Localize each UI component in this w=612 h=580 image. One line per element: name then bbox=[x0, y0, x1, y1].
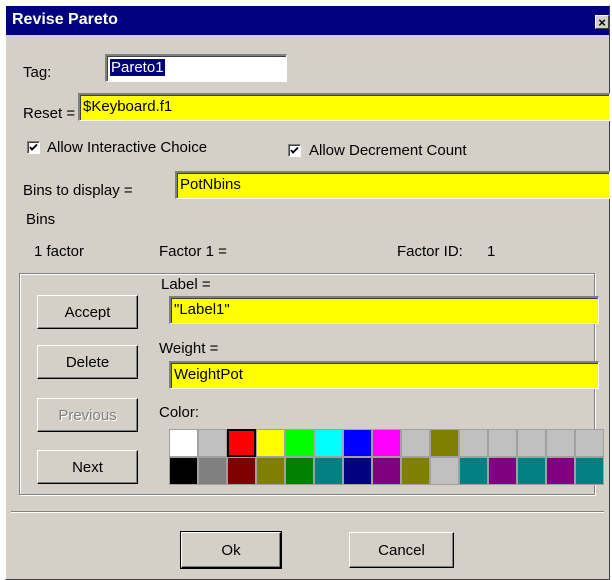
bins-to-display-value: PotNbins bbox=[180, 176, 241, 193]
tag-input[interactable]: Pareto1 bbox=[105, 54, 287, 82]
color-swatch[interactable] bbox=[372, 429, 401, 457]
color-swatch[interactable] bbox=[343, 429, 372, 457]
color-swatch[interactable] bbox=[285, 429, 314, 457]
color-swatch[interactable] bbox=[430, 429, 459, 457]
close-button[interactable]: × bbox=[595, 15, 609, 29]
color-label: Color: bbox=[159, 404, 200, 421]
color-swatch[interactable] bbox=[372, 457, 401, 485]
tag-label: Tag: bbox=[23, 64, 52, 81]
bins-group-label: Bins bbox=[23, 211, 59, 228]
color-swatch[interactable] bbox=[256, 429, 285, 457]
reset-label: Reset = bbox=[23, 105, 76, 122]
bins-to-display-input[interactable]: PotNbins bbox=[175, 171, 610, 199]
footer-divider bbox=[11, 511, 604, 513]
window-title: Revise Pareto bbox=[12, 11, 118, 28]
color-swatch[interactable] bbox=[546, 429, 575, 457]
cancel-button[interactable]: Cancel bbox=[349, 532, 454, 568]
color-swatch[interactable] bbox=[575, 429, 604, 457]
color-swatch[interactable] bbox=[401, 429, 430, 457]
factor-label: Factor 1 = bbox=[159, 243, 227, 260]
weight-input[interactable]: WeightPot bbox=[169, 361, 599, 389]
color-swatch[interactable] bbox=[343, 457, 372, 485]
weight-value: WeightPot bbox=[174, 366, 243, 383]
delete-button[interactable]: Delete bbox=[37, 345, 138, 379]
color-swatch[interactable] bbox=[314, 429, 343, 457]
color-swatch[interactable] bbox=[488, 429, 517, 457]
accept-button[interactable]: Accept bbox=[37, 295, 138, 329]
color-swatch[interactable] bbox=[285, 457, 314, 485]
factor-id-label: Factor ID: bbox=[397, 243, 463, 260]
color-palette bbox=[169, 429, 604, 486]
color-swatch[interactable] bbox=[227, 457, 256, 485]
allow-decrement-label: Allow Decrement Count bbox=[309, 142, 467, 159]
allow-interactive-checkbox[interactable] bbox=[27, 141, 40, 154]
bins-to-display-label: Bins to display = bbox=[23, 182, 133, 199]
color-swatch[interactable] bbox=[314, 457, 343, 485]
color-swatch[interactable] bbox=[517, 429, 546, 457]
allow-interactive-label: Allow Interactive Choice bbox=[47, 139, 208, 156]
color-swatch[interactable] bbox=[198, 429, 227, 457]
title-bar[interactable]: Revise Pareto × bbox=[6, 6, 609, 35]
color-swatch[interactable] bbox=[517, 457, 546, 485]
factor-id-value: 1 bbox=[487, 243, 496, 260]
color-swatch[interactable] bbox=[198, 457, 227, 485]
ok-button[interactable]: Ok bbox=[180, 531, 282, 569]
color-swatch[interactable] bbox=[488, 457, 517, 485]
tag-value: Pareto1 bbox=[110, 59, 165, 76]
label-value: "Label1" bbox=[174, 301, 230, 318]
color-swatch[interactable] bbox=[169, 429, 198, 457]
color-swatch[interactable] bbox=[546, 457, 575, 485]
checkmark-icon bbox=[29, 143, 38, 151]
color-swatch[interactable] bbox=[169, 457, 198, 485]
reset-value: $Keyboard.f1 bbox=[83, 98, 173, 115]
checkmark-icon bbox=[290, 146, 299, 154]
label-field-label: Label = bbox=[161, 276, 211, 293]
next-button[interactable]: Next bbox=[37, 450, 138, 484]
close-icon: × bbox=[598, 15, 606, 29]
color-swatch[interactable] bbox=[575, 457, 604, 485]
weight-field-label: Weight = bbox=[159, 340, 219, 357]
color-swatch[interactable] bbox=[459, 457, 488, 485]
color-swatch[interactable] bbox=[430, 457, 459, 485]
color-swatch[interactable] bbox=[256, 457, 285, 485]
reset-input[interactable]: $Keyboard.f1 bbox=[78, 93, 610, 121]
revise-pareto-dialog: Revise Pareto × Tag: Pareto1 Reset = $Ke… bbox=[5, 5, 610, 580]
color-swatch[interactable] bbox=[401, 457, 430, 485]
previous-button[interactable]: Previous bbox=[37, 398, 138, 432]
color-swatch[interactable] bbox=[459, 429, 488, 457]
color-swatch[interactable] bbox=[227, 429, 256, 457]
allow-decrement-checkbox[interactable] bbox=[288, 144, 301, 157]
factor-count: 1 factor bbox=[34, 243, 85, 260]
label-input[interactable]: "Label1" bbox=[169, 296, 599, 324]
